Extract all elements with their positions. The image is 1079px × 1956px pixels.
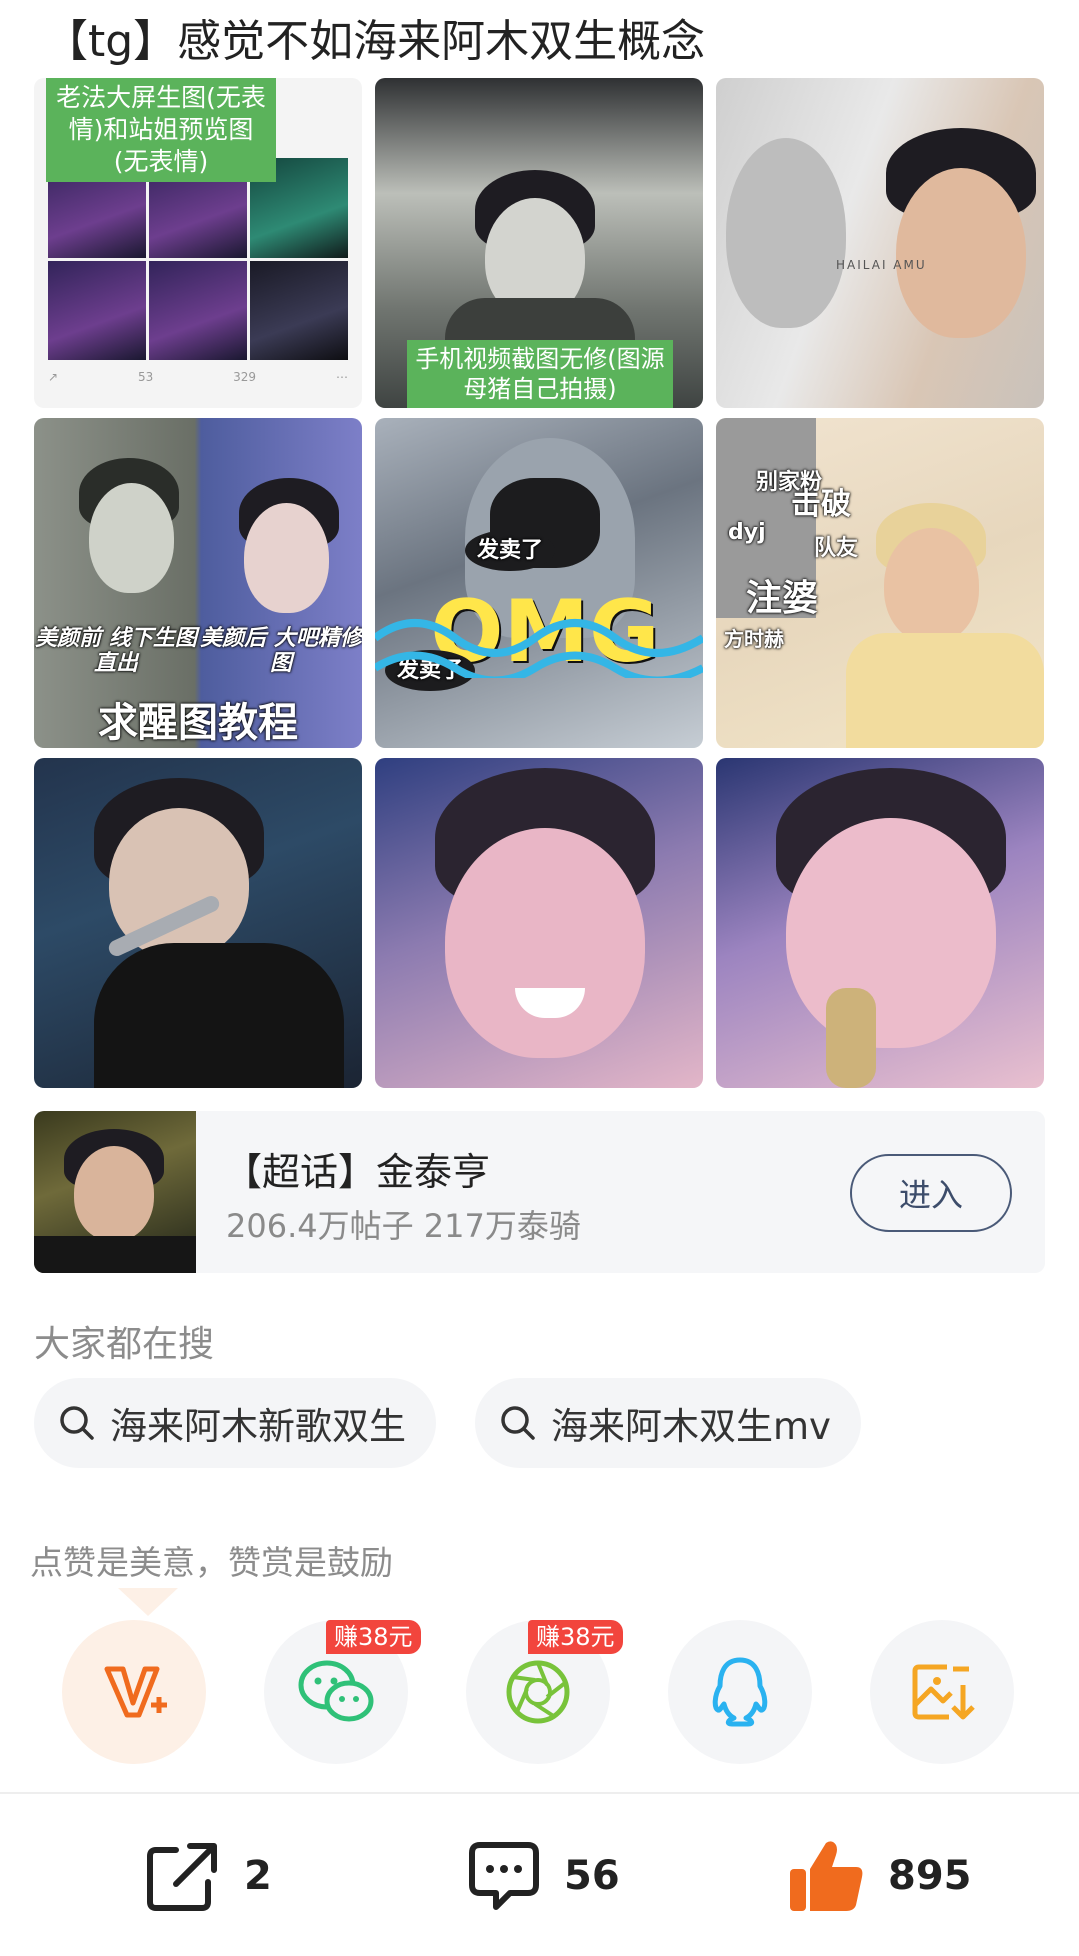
image-tile-7[interactable] — [34, 758, 362, 1088]
thumbs-up-icon — [790, 1841, 863, 1911]
save-image-button[interactable] — [870, 1620, 1014, 1764]
image-tile-2[interactable]: 手机视频截图无修(图源母猪自己拍摄) — [375, 78, 703, 408]
qq-penguin-icon — [712, 1657, 768, 1727]
enter-button[interactable]: 进入 — [850, 1154, 1012, 1232]
brand-text: HAILAI AMU — [836, 258, 927, 272]
image-tile-4[interactable]: 美颜前 线下生图直出 美颜后 大吧精修图 求醒图教程 — [34, 418, 362, 748]
reward-button[interactable] — [62, 1620, 206, 1764]
image-caption: 手机视频截图无修(图源母猪自己拍摄) — [407, 340, 673, 408]
reward-prompt: 点赞是美意，赞赏是鼓励 — [30, 1543, 393, 1582]
image-tile-3[interactable]: HAILAI AMU — [716, 78, 1044, 408]
post-detail-page: 【tg】感觉不如海来阿木双生概念 ↗ 53 329 ⋯ 老法大屏生图(无表情)和… — [0, 0, 1079, 1956]
mini-like-count: 329 — [233, 370, 257, 384]
search-chip-label: 海来阿木双生mv — [551, 1405, 831, 1448]
stamp-text: 发卖了 — [465, 530, 555, 572]
earn-badge: 赚38元 — [528, 1620, 623, 1654]
search-icon — [60, 1406, 94, 1440]
image-tile-6[interactable]: 别家粉 击破 dyj 队友 注婆 方时赫 — [716, 418, 1044, 748]
earn-badge: 赚38元 — [326, 1620, 421, 1654]
mini-comment-count: 53 — [137, 370, 154, 384]
comment-count: 56 — [564, 1853, 620, 1899]
share-qq-button[interactable] — [668, 1620, 812, 1764]
search-chip[interactable]: 海来阿木双生mv — [475, 1378, 861, 1468]
banner-text: 求醒图教程 — [98, 700, 298, 746]
mini-action-bar: ↗ 53 329 ⋯ — [48, 370, 348, 384]
label-after: 美颜后 大吧精修图 — [200, 626, 362, 677]
sticker-text: 注婆 — [746, 578, 819, 619]
supertopic-avatar — [34, 1111, 196, 1273]
supertopic-title: 【超话】金泰亨 — [224, 1150, 491, 1194]
image-tile-1[interactable]: ↗ 53 329 ⋯ 老法大屏生图(无表情)和站姐预览图(无表情) — [34, 78, 362, 408]
like-count: 895 — [888, 1853, 972, 1899]
sticker-text: dyj — [728, 520, 766, 545]
label-before: 美颜前 线下生图直出 — [35, 626, 197, 677]
like-button[interactable]: 895 — [786, 1836, 972, 1916]
divider — [0, 1792, 1079, 1794]
image-tile-9[interactable] — [716, 758, 1044, 1088]
image-caption: 老法大屏生图(无表情)和站姐预览图(无表情) — [46, 78, 276, 182]
search-chip[interactable]: 海来阿木新歌双生 — [34, 1378, 436, 1468]
image-grid: ↗ 53 329 ⋯ 老法大屏生图(无表情)和站姐预览图(无表情) 手机视频截图… — [34, 78, 1045, 1088]
wechat-icon — [298, 1660, 374, 1722]
repost-icon — [147, 1843, 217, 1911]
save-image-icon — [912, 1664, 975, 1720]
repost-button[interactable]: 2 — [146, 1836, 272, 1916]
wave-decoration — [375, 619, 703, 678]
pointer-arrow-icon — [118, 1588, 178, 1616]
sticker-text: 队友 — [814, 536, 859, 561]
image-tile-8[interactable] — [375, 758, 703, 1088]
comment-icon — [469, 1842, 539, 1910]
moments-icon — [506, 1660, 570, 1724]
search-icon — [501, 1406, 535, 1440]
comment-button[interactable]: 56 — [466, 1836, 620, 1916]
search-section-label: 大家都在搜 — [34, 1324, 215, 1365]
screenshot-collage — [48, 158, 348, 360]
search-chip-label: 海来阿木新歌双生 — [110, 1405, 406, 1448]
post-title: 【tg】感觉不如海来阿木双生概念 — [44, 16, 706, 67]
repost-count: 2 — [244, 1853, 272, 1899]
sticker-text: 方时赫 — [724, 627, 784, 651]
supertopic-stats: 206.4万帖子 217万泰骑 — [226, 1207, 581, 1245]
v-plus-icon — [104, 1666, 167, 1718]
supertopic-card[interactable]: 【超话】金泰亨 206.4万帖子 217万泰骑 进入 — [34, 1111, 1045, 1273]
sticker-text: 击破 — [791, 487, 851, 522]
image-tile-5[interactable]: OMG 发卖了 发卖了 — [375, 418, 703, 748]
